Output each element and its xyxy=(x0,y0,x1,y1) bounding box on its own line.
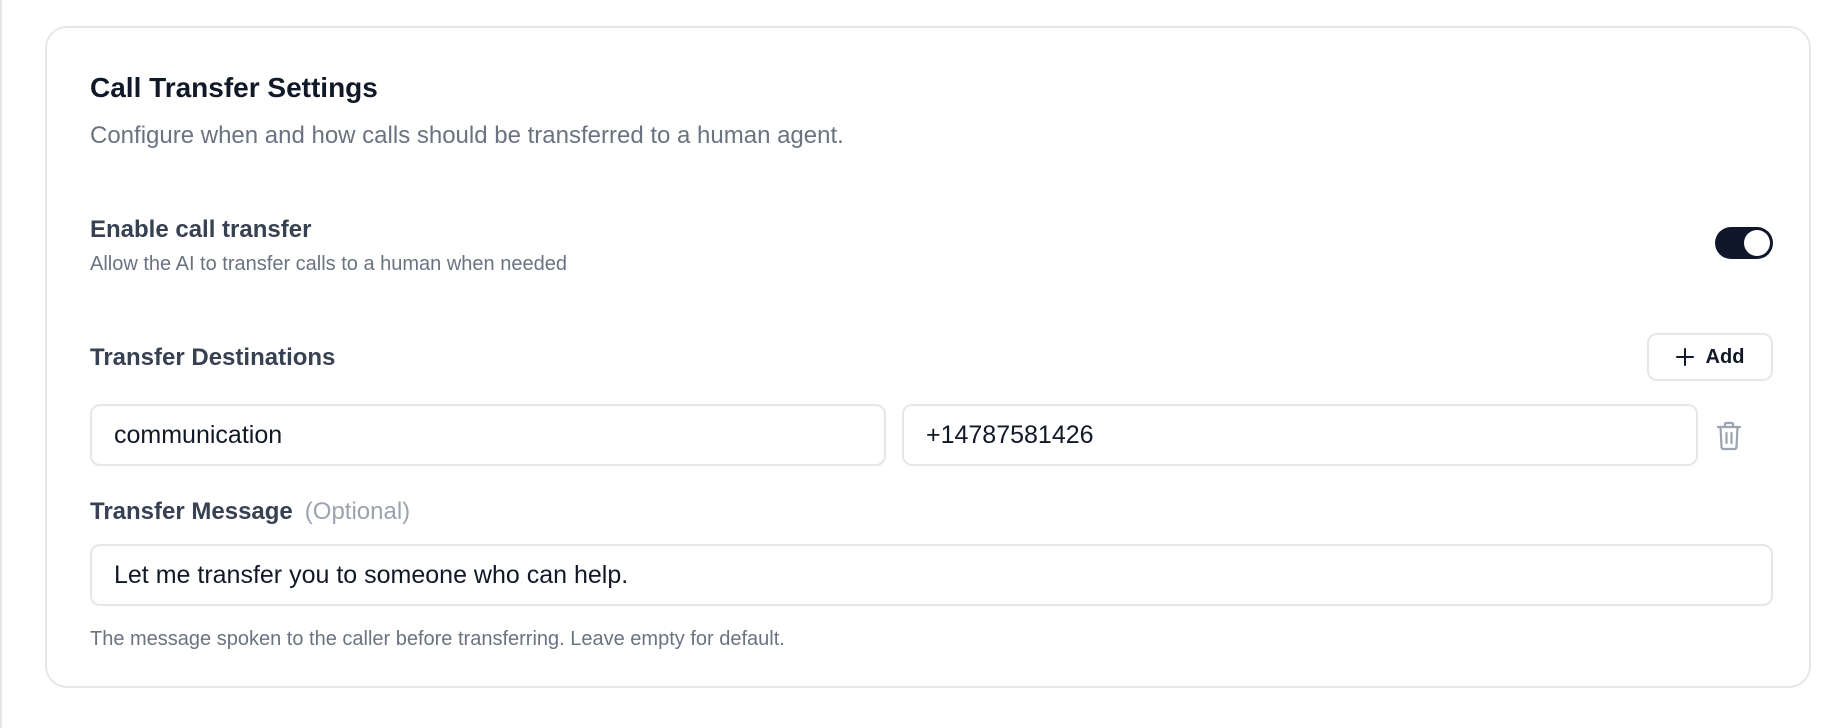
transfer-message-label-text: Transfer Message xyxy=(90,498,293,525)
add-button-label: Add xyxy=(1705,345,1745,368)
enable-call-transfer-description: Allow the AI to transfer calls to a huma… xyxy=(90,253,567,275)
trash-icon xyxy=(1716,421,1742,451)
toggle-knob xyxy=(1744,230,1770,256)
add-destination-button[interactable]: Add xyxy=(1647,333,1773,381)
card-subtitle: Configure when and how calls should be t… xyxy=(90,122,844,149)
transfer-message-input[interactable] xyxy=(90,544,1773,606)
call-transfer-settings-card: Call Transfer Settings Configure when an… xyxy=(45,26,1811,688)
plus-icon xyxy=(1675,348,1694,366)
destination-name-input[interactable] xyxy=(90,404,886,466)
left-divider xyxy=(0,0,2,728)
card-title: Call Transfer Settings xyxy=(90,72,378,103)
delete-destination-button[interactable] xyxy=(1709,416,1749,456)
transfer-message-help: The message spoken to the caller before … xyxy=(90,628,785,650)
optional-tag: (Optional) xyxy=(304,498,411,525)
destination-phone-input[interactable] xyxy=(902,404,1698,466)
transfer-message-label: Transfer Message (Optional) xyxy=(90,498,410,526)
enable-call-transfer-toggle[interactable] xyxy=(1715,227,1773,259)
transfer-destinations-label: Transfer Destinations xyxy=(90,344,336,371)
enable-call-transfer-label: Enable call transfer xyxy=(90,216,312,243)
